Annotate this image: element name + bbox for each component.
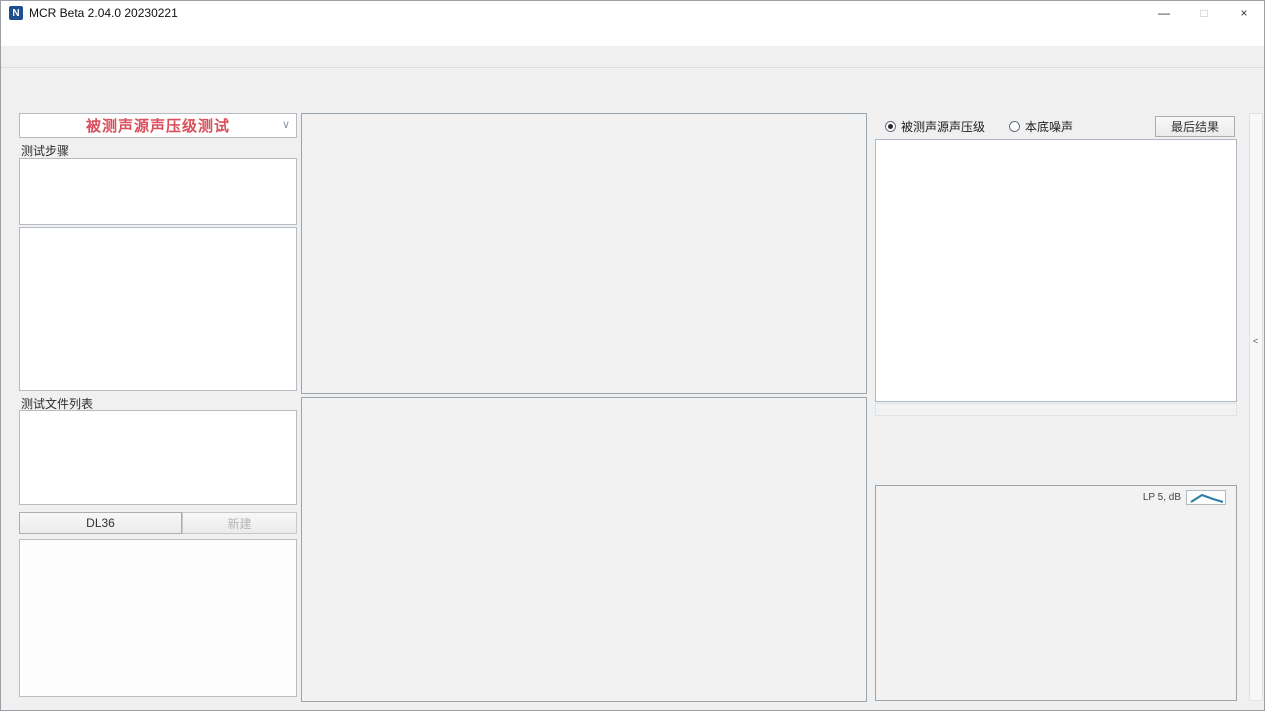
- spectrum-bar-chart: [301, 397, 867, 702]
- radio-label: 被测声源声压级: [901, 118, 985, 135]
- chevron-down-icon: ∨: [282, 118, 290, 131]
- time-history-chart: [301, 113, 867, 394]
- maximize-button[interactable]: □: [1184, 1, 1224, 25]
- steps-label: 测试步骤: [21, 142, 69, 159]
- radio-selected-icon: [885, 121, 896, 132]
- chart-legend: [855, 118, 859, 120]
- device-button[interactable]: DL36: [19, 512, 182, 534]
- minimize-button[interactable]: —: [1144, 1, 1184, 25]
- window-title: MCR Beta 2.04.0 20230221: [29, 6, 178, 20]
- menu-bar: [1, 25, 1264, 46]
- final-result-button[interactable]: 最后结果: [1155, 116, 1235, 137]
- test-type-dropdown[interactable]: 被测声源声压级测试 ∨: [19, 113, 297, 138]
- chevron-left-icon: <: [1253, 336, 1258, 346]
- radio-source-spl[interactable]: 被测声源声压级: [885, 118, 985, 135]
- legend-label: LP 5, dB: [1143, 492, 1181, 503]
- action-button-group: [19, 539, 297, 697]
- results-table: [875, 139, 1237, 402]
- title-bar: N MCR Beta 2.04.0 20230221 — □ ×: [1, 1, 1264, 25]
- app-window: N MCR Beta 2.04.0 20230221 — □ × 被测声源声压级…: [0, 0, 1265, 711]
- new-button[interactable]: 新建: [182, 512, 297, 534]
- app-icon: N: [9, 6, 23, 20]
- test-file-list: [19, 410, 297, 505]
- chart-legend: LP 5, dB: [1143, 490, 1226, 505]
- window-controls: — □ ×: [1144, 1, 1264, 25]
- channel-table: [19, 227, 297, 391]
- collapse-panel-handle[interactable]: <: [1249, 113, 1263, 701]
- radio-background-noise[interactable]: 本底噪声: [1009, 118, 1073, 135]
- test-type-label: 被测声源声压级测试: [86, 115, 230, 136]
- radio-unselected-icon: [1009, 121, 1020, 132]
- lp5-line-chart: LP 5, dB: [875, 485, 1237, 701]
- main-tab-strip: [1, 46, 1264, 68]
- steps-list: [19, 158, 297, 225]
- horizontal-scrollbar[interactable]: [875, 403, 1237, 416]
- close-button[interactable]: ×: [1224, 1, 1264, 25]
- radio-label: 本底噪声: [1025, 118, 1073, 135]
- legend-sample-icon: [1186, 490, 1226, 505]
